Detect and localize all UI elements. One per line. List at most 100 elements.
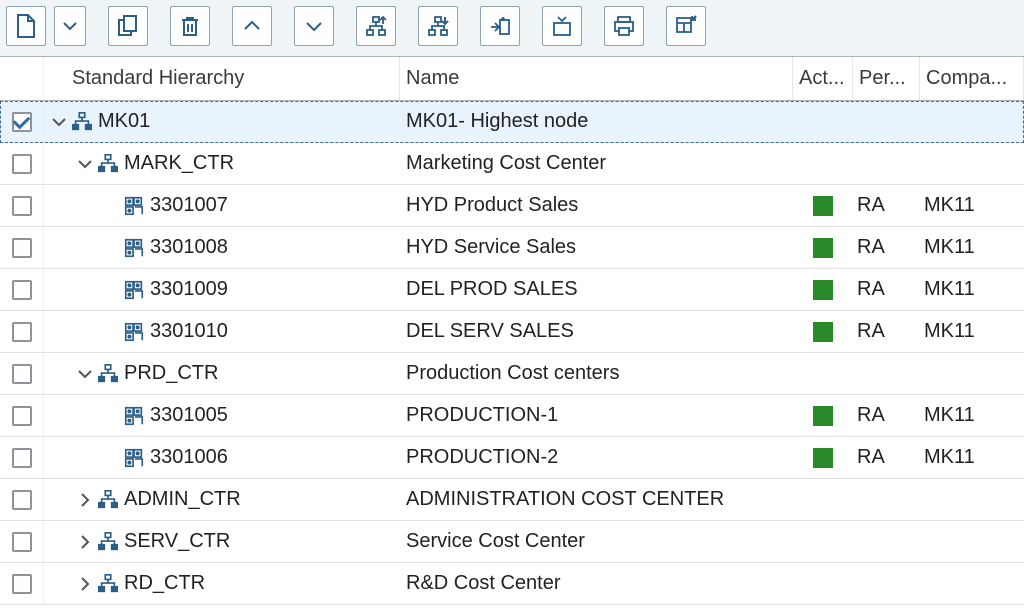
row-checkbox-cell <box>0 311 44 352</box>
name-cell: Marketing Cost Center <box>400 143 793 184</box>
collapse-up-button[interactable] <box>232 6 272 46</box>
per-cell: RA <box>853 185 920 226</box>
status-active-icon <box>813 448 833 468</box>
copy-icon <box>116 14 140 38</box>
col-header-act[interactable]: Act... <box>793 57 853 100</box>
chevron-down-icon[interactable] <box>74 153 96 175</box>
activation-cell <box>793 395 853 436</box>
insert-right-button[interactable] <box>480 6 520 46</box>
layout-icon <box>674 14 698 38</box>
company-cell <box>920 521 1024 562</box>
name-cell: DEL PROD SALES <box>400 269 793 310</box>
activation-cell <box>793 101 853 142</box>
hierarchy-cell: ADMIN_CTR <box>44 479 400 520</box>
hierarchy-label: RD_CTR <box>124 572 205 595</box>
expand-down-button[interactable] <box>294 6 334 46</box>
row-checkbox[interactable] <box>12 490 32 510</box>
hierarchy-cell: 3301010 <box>44 311 400 352</box>
per-cell <box>853 143 920 184</box>
hierarchy-label: SERV_CTR <box>124 530 230 553</box>
table-row[interactable]: 3301007 HYD Product Sales RAMK11 <box>0 185 1024 227</box>
row-checkbox-cell <box>0 563 44 604</box>
hierarchy-group-icon <box>96 572 120 596</box>
col-header-name[interactable]: Name <box>400 57 793 100</box>
row-checkbox[interactable] <box>12 238 32 258</box>
row-checkbox[interactable] <box>12 154 32 174</box>
chevron-right-icon[interactable] <box>74 573 96 595</box>
hierarchy-down-button[interactable] <box>418 6 458 46</box>
hierarchy-label: MARK_CTR <box>124 152 234 175</box>
table-row[interactable]: ADMIN_CTR ADMINISTRATION COST CENTER <box>0 479 1024 521</box>
hierarchy-label: 3301010 <box>150 320 228 343</box>
hierarchy-label: MK01 <box>98 110 150 133</box>
company-cell: MK11 <box>920 185 1024 226</box>
table-row[interactable]: 3301006 PRODUCTION-2 RAMK11 <box>0 437 1024 479</box>
row-checkbox[interactable] <box>12 280 32 300</box>
chevron-down-icon[interactable] <box>48 111 70 133</box>
name-cell: PRODUCTION-2 <box>400 437 793 478</box>
table-row[interactable]: 3301005PRODUCTION-1RAMK11 <box>0 395 1024 437</box>
hierarchy-label: 3301006 <box>150 446 228 469</box>
copy-button[interactable] <box>108 6 148 46</box>
create-dropdown-button[interactable] <box>54 6 86 46</box>
table-row[interactable]: RD_CTR R&D Cost Center <box>0 563 1024 605</box>
name-cell: R&D Cost Center <box>400 563 793 604</box>
company-cell <box>920 353 1024 394</box>
table-row[interactable]: 3301008HYD Service SalesRAMK11 <box>0 227 1024 269</box>
layout-button[interactable] <box>666 6 706 46</box>
chevron-down-icon[interactable] <box>74 363 96 385</box>
row-checkbox[interactable] <box>12 112 32 132</box>
hierarchy-cell: SERV_CTR <box>44 521 400 562</box>
create-button[interactable] <box>6 6 46 46</box>
status-active-icon <box>813 280 833 300</box>
row-checkbox[interactable] <box>12 574 32 594</box>
col-header-per[interactable]: Per... <box>853 57 920 100</box>
col-header-hierarchy[interactable]: Standard Hierarchy <box>44 57 400 100</box>
name-cell: HYD Product Sales <box>400 185 793 226</box>
row-checkbox[interactable] <box>12 448 32 468</box>
row-checkbox[interactable] <box>12 406 32 426</box>
activation-cell <box>793 437 853 478</box>
row-checkbox[interactable] <box>12 196 32 216</box>
hierarchy-up-button[interactable] <box>356 6 396 46</box>
col-header-comp[interactable]: Compa... <box>920 57 1024 100</box>
hierarchy-label: 3301007 <box>150 194 228 217</box>
hierarchy-cell: 3301005 <box>44 395 400 436</box>
cost-center-icon <box>122 236 146 260</box>
row-checkbox[interactable] <box>12 364 32 384</box>
insert-down-icon <box>550 14 574 38</box>
per-cell: RA <box>853 437 920 478</box>
insert-down-button[interactable] <box>542 6 582 46</box>
company-cell: MK11 <box>920 311 1024 352</box>
activation-cell <box>793 143 853 184</box>
name-cell: HYD Service Sales <box>400 227 793 268</box>
cost-center-icon <box>122 404 146 428</box>
name-cell: PRODUCTION-1 <box>400 395 793 436</box>
row-checkbox[interactable] <box>12 322 32 342</box>
company-cell: MK11 <box>920 395 1024 436</box>
activation-cell <box>793 227 853 268</box>
per-cell <box>853 563 920 604</box>
hierarchy-table: Standard Hierarchy Name Act... Per... Co… <box>0 56 1024 605</box>
delete-button[interactable] <box>170 6 210 46</box>
table-row[interactable]: PRD_CTRProduction Cost centers <box>0 353 1024 395</box>
table-row[interactable]: 3301009DEL PROD SALESRAMK11 <box>0 269 1024 311</box>
table-row[interactable]: MK01MK01- Highest node <box>0 101 1024 143</box>
activation-cell <box>793 479 853 520</box>
table-row[interactable]: SERV_CTRService Cost Center <box>0 521 1024 563</box>
cost-center-icon <box>122 320 146 344</box>
hierarchy-label: ADMIN_CTR <box>124 488 241 511</box>
table-row[interactable]: MARK_CTR Marketing Cost Center <box>0 143 1024 185</box>
chevron-right-icon[interactable] <box>74 531 96 553</box>
row-checkbox[interactable] <box>12 532 32 552</box>
cost-center-icon <box>122 446 146 470</box>
table-row[interactable]: 3301010DEL SERV SALESRAMK11 <box>0 311 1024 353</box>
chevron-right-icon[interactable] <box>74 489 96 511</box>
per-cell: RA <box>853 227 920 268</box>
company-cell <box>920 563 1024 604</box>
print-button[interactable] <box>604 6 644 46</box>
name-cell: ADMINISTRATION COST CENTER <box>400 479 793 520</box>
col-header-select[interactable] <box>0 57 44 100</box>
company-cell: MK11 <box>920 437 1024 478</box>
per-cell <box>853 479 920 520</box>
